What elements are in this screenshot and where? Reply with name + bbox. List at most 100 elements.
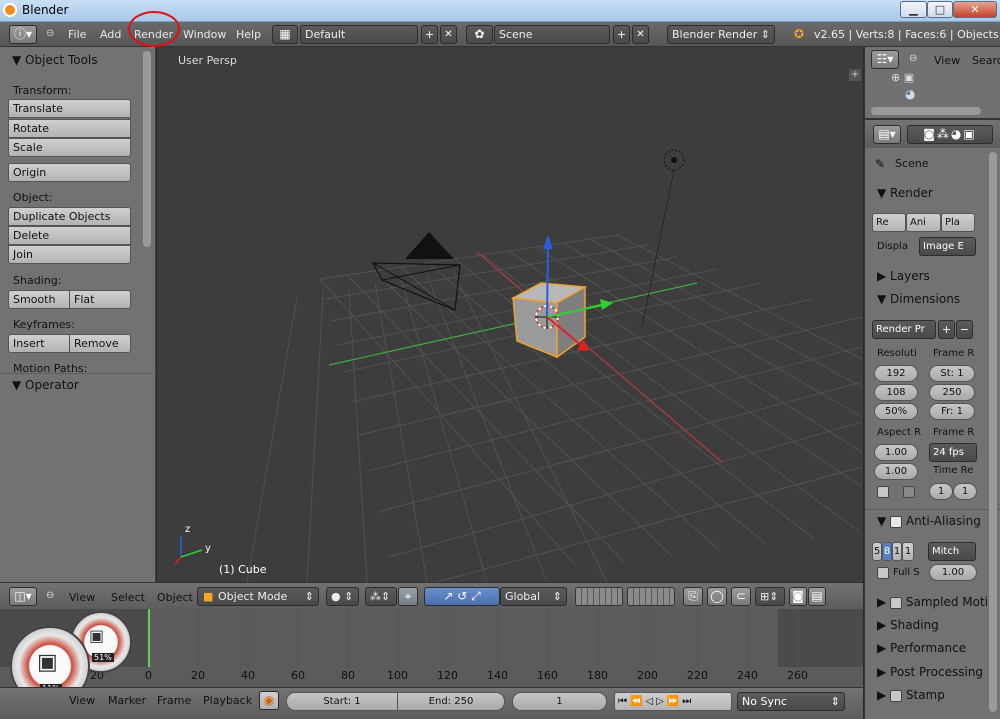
snap-toggle-icon[interactable]: ⊂ (731, 587, 751, 606)
proportional-edit-icon[interactable]: ◯ (707, 587, 727, 606)
sampled-motion-checkbox[interactable] (890, 596, 903, 609)
remove-layout-icon[interactable]: ✕ (440, 25, 457, 44)
shading-panel-header[interactable]: ▶ Shading (877, 618, 939, 632)
rotate-button[interactable]: Rotate (8, 119, 131, 138)
mode-select[interactable]: ■ Object Mode ⇕ (197, 587, 319, 606)
outliner-search[interactable]: Searc (972, 54, 1000, 67)
border-checkbox[interactable] (877, 486, 889, 498)
tool-shelf-scrollbar[interactable] (143, 51, 151, 247)
editor-type-outliner-icon[interactable]: ☷▾ (871, 50, 899, 69)
crop-checkbox[interactable] (903, 486, 915, 498)
screen-layout-field[interactable]: Default (300, 25, 418, 44)
join-button[interactable]: Join (8, 245, 131, 264)
render-engine-select[interactable]: Blender Render ⇕ (667, 25, 775, 44)
resolution-x-field[interactable]: 192 (874, 365, 918, 382)
menu-object[interactable]: Object (157, 591, 193, 604)
menu-add[interactable]: Add (100, 28, 121, 41)
menu-window[interactable]: Window (183, 28, 226, 41)
add-scene-icon[interactable]: + (613, 25, 630, 44)
timeline-menu-marker[interactable]: Marker (108, 694, 146, 707)
start-frame-field[interactable]: Start: 1 (286, 692, 398, 711)
playback-controls[interactable]: ⏮⏪◁▷⏩⏭ (614, 692, 732, 711)
outliner-item-icon[interactable]: ⊕ ▣ (891, 71, 914, 84)
camera-object[interactable] (371, 232, 461, 311)
record-icon[interactable]: ◉ (259, 691, 279, 710)
render-presets-select[interactable]: Render Pr (872, 320, 936, 339)
post-processing-panel-header[interactable]: ▶ Post Processing (877, 665, 983, 679)
editor-type-info-icon[interactable]: ⓘ▾ (9, 25, 37, 44)
play-animation-button[interactable]: Pla (941, 213, 975, 232)
filter-size-field[interactable]: 1.00 (929, 564, 977, 581)
remove-keyframe-button[interactable]: Remove (69, 334, 131, 353)
aa-samples-11[interactable]: 1 (892, 542, 902, 561)
frame-rate-select[interactable]: 24 fps (929, 443, 977, 462)
pin-icon[interactable]: ✎ (875, 157, 885, 171)
manipulator-types[interactable]: ↗ ↺ ⤢ (424, 587, 500, 606)
duplicate-objects-button[interactable]: Duplicate Objects (8, 207, 131, 226)
add-preset-icon[interactable]: + (938, 320, 955, 339)
smooth-button[interactable]: Smooth (8, 290, 70, 309)
aa-samples-16[interactable]: 1 (902, 542, 914, 561)
layers-grid-b[interactable] (627, 587, 675, 606)
viewport-shading-select[interactable]: ● ⇕ (326, 587, 359, 606)
remove-preset-icon[interactable]: − (956, 320, 973, 339)
menu-help[interactable]: Help (236, 28, 261, 41)
time-new-field[interactable]: 1 (953, 483, 977, 500)
sampled-motion-panel-header[interactable]: ▶ Sampled Moti (877, 595, 988, 609)
translate-button[interactable]: Translate (8, 99, 131, 118)
frame-start-field[interactable]: St: 1 (929, 365, 975, 382)
menu-file[interactable]: File (68, 28, 86, 41)
insert-keyframe-button[interactable]: Insert (8, 334, 70, 353)
properties-context-tabs[interactable]: ◙⁂◕▣ (907, 125, 993, 144)
render-image-button[interactable]: Re (872, 213, 906, 232)
performance-panel-header[interactable]: ▶ Performance (877, 641, 966, 655)
scale-button[interactable]: Scale (8, 138, 131, 157)
timeline-menu-playback[interactable]: Playback (203, 694, 252, 707)
layers-panel-header[interactable]: ▶ Layers (877, 269, 930, 283)
resolution-percentage-field[interactable]: 50% (874, 403, 918, 420)
render-anim-icon[interactable]: ▤ (808, 587, 826, 606)
world-icon[interactable]: ◕ (905, 87, 915, 101)
minimize-button[interactable]: ▁ (900, 1, 927, 18)
close-window-button[interactable]: ✕ (953, 1, 997, 18)
current-frame-field[interactable]: 1 (512, 692, 607, 711)
render-opengl-icon[interactable]: ◙ (789, 587, 807, 606)
properties-scrollbar[interactable] (989, 152, 997, 712)
render-panel-header[interactable]: ▼ Render (877, 186, 933, 200)
render-animation-button[interactable]: Ani (906, 213, 941, 232)
collapse-menus-icon[interactable]: ⊖ (909, 53, 917, 64)
aa-filter-select[interactable]: Mitch (928, 542, 976, 561)
add-layout-icon[interactable]: + (421, 25, 438, 44)
properties-toggle-icon[interactable]: + (849, 69, 861, 81)
origin-button[interactable]: Origin (8, 163, 131, 182)
operator-header[interactable]: ▼ Operator (12, 378, 79, 392)
timeline-menu-frame[interactable]: Frame (157, 694, 191, 707)
anti-aliasing-checkbox[interactable] (890, 515, 903, 528)
full-sample-checkbox[interactable] (877, 567, 889, 579)
display-select[interactable]: Image E (919, 237, 976, 256)
object-tools-header[interactable]: ▼ Object Tools (12, 53, 98, 67)
snap-element-select[interactable]: ⊞⇕ (755, 587, 785, 606)
dimensions-panel-header[interactable]: ▼ Dimensions (877, 292, 960, 306)
transform-orientation-select[interactable]: Global ⇕ (500, 587, 567, 606)
manipulator-toggle-icon[interactable]: ⌖ (398, 587, 418, 606)
end-frame-field[interactable]: End: 250 (397, 692, 505, 711)
stamp-checkbox[interactable] (890, 689, 903, 702)
anti-aliasing-panel-header[interactable]: ▼ Anti-Aliasing (877, 514, 981, 528)
time-old-field[interactable]: 1 (929, 483, 953, 500)
editor-type-properties-icon[interactable]: ▤▾ (873, 125, 901, 144)
aspect-x-field[interactable]: 1.00 (874, 444, 918, 461)
aspect-y-field[interactable]: 1.00 (874, 463, 918, 480)
scene-icon[interactable]: ✿ (466, 25, 493, 44)
resolution-y-field[interactable]: 108 (874, 384, 918, 401)
collapse-menus-icon[interactable]: ⊖ (46, 590, 54, 601)
scene-field[interactable]: Scene (494, 25, 610, 44)
pivot-point-select[interactable]: ⁂⇕ (365, 587, 397, 606)
layers-grid-a[interactable] (575, 587, 623, 606)
editor-type-3d-icon[interactable]: ◫▾ (9, 587, 37, 606)
outliner-scrollbar[interactable] (871, 107, 981, 115)
menu-view[interactable]: View (69, 591, 95, 604)
outliner-menu-view[interactable]: View (934, 54, 960, 67)
timeline-menu-view[interactable]: View (69, 694, 95, 707)
screen-layout-icon[interactable]: ▦ (272, 25, 298, 44)
